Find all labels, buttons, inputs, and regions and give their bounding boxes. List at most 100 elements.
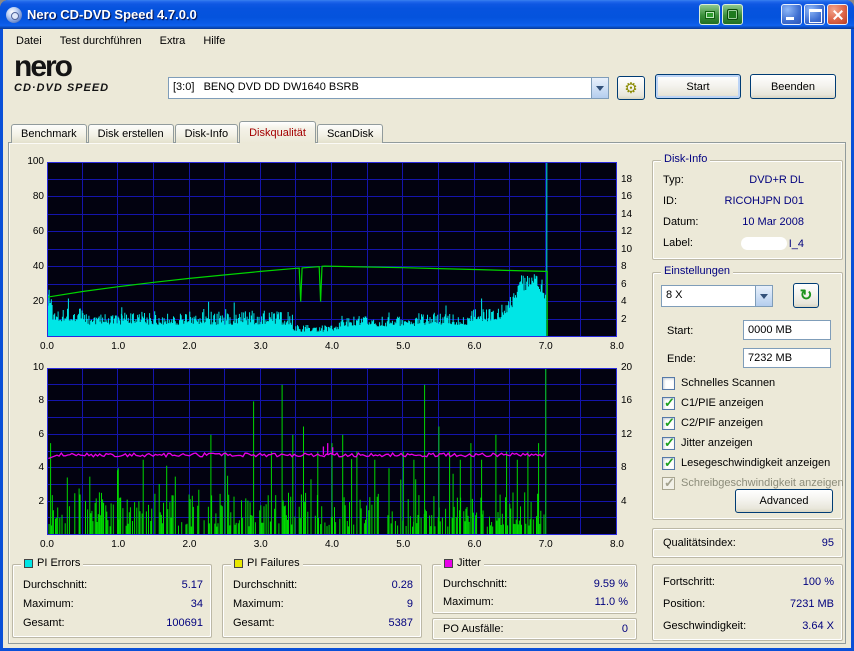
axis-tick-label: 6.0 [460, 341, 490, 352]
stat-value: 0 [622, 623, 628, 635]
stat-label: Gesamt: [233, 617, 275, 629]
app-window: Nero CD-DVD Speed 4.7.0.0 Datei Test dur… [0, 0, 854, 651]
checkbox-box [662, 397, 675, 410]
options-tool-button[interactable]: ⚙ [617, 76, 645, 100]
minimize-button[interactable] [781, 4, 802, 25]
axis-tick-label: 12 [621, 226, 645, 237]
window-title: Nero CD-DVD Speed 4.7.0.0 [27, 7, 197, 22]
tab-disk-info[interactable]: Disk-Info [175, 124, 238, 143]
disk-info-title: Disk-Info [661, 153, 710, 165]
axis-tick-label: 6 [6, 429, 44, 440]
maximize-button[interactable] [804, 4, 825, 25]
stat-row: PO Ausfälle:0 [443, 622, 628, 636]
scan-speed-arrow-button[interactable] [755, 286, 772, 306]
menu-extra[interactable]: Extra [151, 32, 195, 50]
nero-logo-wordmark: nero [14, 54, 109, 80]
disk-info-row: Label:I_4 [663, 236, 834, 250]
stat-value: 5387 [389, 617, 413, 629]
stat-row: Maximum:9 [233, 597, 413, 611]
tab-benchmark[interactable]: Benchmark [11, 124, 87, 143]
tray-minimize-icon [705, 11, 715, 19]
checkbox-jitter-anzeigen[interactable]: Jitter anzeigen [662, 435, 753, 451]
pi-failures-panel: PI Failures Durchschnitt:0.28 Maximum:9 … [222, 564, 422, 638]
stat-row: Durchschnitt:0.28 [233, 578, 413, 592]
checkbox-box [662, 457, 675, 470]
axis-tick-label: 5.0 [388, 341, 418, 352]
checkbox-box [662, 477, 675, 490]
jitter-panel: Jitter Durchschnitt:9.59 % Maximum:11.0 … [432, 564, 637, 614]
start-position-input[interactable]: 0000 MB [743, 320, 831, 340]
stat-value: 100691 [166, 617, 203, 629]
checkbox-schnelles-scannen[interactable]: Schnelles Scannen [662, 375, 775, 391]
checkbox-lesegeschwindigkeit-anzeigen[interactable]: Lesegeschwindigkeit anzeigen [662, 455, 830, 471]
drive-select-arrow-button[interactable] [591, 78, 608, 98]
axis-tick-label: 8.0 [602, 341, 632, 352]
axis-tick-label: 20 [621, 362, 645, 373]
axis-tick-label: 80 [6, 191, 44, 202]
progress-label: Geschwindigkeit: [663, 620, 746, 632]
quality-index-row: Qualitätsindex:95 [663, 536, 834, 550]
progress-row: Fortschritt:100 % [663, 575, 834, 589]
stat-label: Maximum: [23, 598, 74, 610]
start-button[interactable]: Start [655, 74, 741, 99]
axis-tick-label: 4 [621, 296, 645, 307]
axis-tick-label: 4 [6, 462, 44, 473]
tab-scandisk[interactable]: ScanDisk [317, 124, 383, 143]
checkbox-label: C1/PIE anzeigen [681, 397, 764, 409]
label-redaction [741, 237, 787, 250]
stat-row: Maximum:34 [23, 597, 203, 611]
advanced-button[interactable]: Advanced [735, 489, 833, 513]
menu-hilfe[interactable]: Hilfe [194, 32, 234, 50]
disk-label-text: I_4 [789, 238, 804, 250]
axis-tick-label: 8 [621, 462, 645, 473]
chevron-down-icon [596, 86, 604, 91]
checkbox-c2-pif-anzeigen[interactable]: C2/PIF anzeigen [662, 415, 763, 431]
disk-info-value: I_4 [741, 237, 834, 250]
checkbox-label: C2/PIF anzeigen [681, 417, 763, 429]
tab-diskqualitaet[interactable]: Diskqualität [239, 121, 316, 143]
checkbox-label: Schreibgeschwindigkeit anzeigen [681, 477, 844, 489]
close-button[interactable] [827, 4, 848, 25]
axis-tick-label: 18 [621, 174, 645, 185]
stat-label: Durchschnitt: [23, 579, 87, 591]
axis-tick-label: 0.0 [32, 539, 62, 550]
axis-tick-label: 8 [6, 395, 44, 406]
end-position-input[interactable]: 7232 MB [743, 348, 831, 368]
checkbox-box [662, 377, 675, 390]
pi-failures-jitter-chart [47, 368, 617, 535]
stat-label: Gesamt: [23, 617, 65, 629]
progress-value: 100 % [803, 576, 834, 588]
tab-disk-erstellen[interactable]: Disk erstellen [88, 124, 174, 143]
pi-errors-panel-title: PI Errors [37, 557, 80, 569]
axis-tick-label: 5.0 [388, 539, 418, 550]
axis-tick-label: 7.0 [531, 539, 561, 550]
axis-tick-label: 4.0 [317, 341, 347, 352]
axis-tick-label: 8 [621, 261, 645, 272]
gear-icon: ⚙ [624, 81, 637, 96]
axis-tick-label: 2 [6, 496, 44, 507]
quality-index-value: 95 [822, 537, 834, 549]
menu-datei[interactable]: Datei [7, 32, 51, 50]
progress-value: 3.64 X [802, 620, 834, 632]
titlebar[interactable]: Nero CD-DVD Speed 4.7.0.0 [0, 0, 854, 29]
axis-tick-label: 1.0 [103, 539, 133, 550]
jitter-panel-legend: Jitter [441, 557, 484, 569]
disk-info-label: ID: [663, 195, 677, 207]
quality-index-box: Qualitätsindex:95 [652, 528, 843, 558]
titlebar-addon-button-1[interactable] [699, 4, 720, 25]
axis-tick-label: 7.0 [531, 341, 561, 352]
pi-failures-panel-legend: PI Failures [231, 557, 303, 569]
stat-value: 11.0 % [595, 596, 628, 608]
stat-label: Maximum: [233, 598, 284, 610]
scan-speed-value: 8 X [662, 286, 755, 306]
refresh-button[interactable]: ↻ [793, 283, 819, 308]
drive-select[interactable]: [3:0] BENQ DVD DD DW1640 BSRB [168, 77, 609, 99]
disk-info-group: Disk-Info Typ:DVD+R DL ID:RICOHJPN D01 D… [652, 160, 843, 260]
titlebar-addon-button-2[interactable] [722, 4, 743, 25]
checkbox-c1-pie-anzeigen[interactable]: C1/PIE anzeigen [662, 395, 764, 411]
disk-info-value: 10 Mar 2008 [742, 216, 834, 228]
axis-tick-label: 4.0 [317, 539, 347, 550]
menu-test-durchfuehren[interactable]: Test durchführen [51, 32, 151, 50]
quit-button[interactable]: Beenden [750, 74, 836, 99]
scan-speed-select[interactable]: 8 X [661, 285, 773, 307]
